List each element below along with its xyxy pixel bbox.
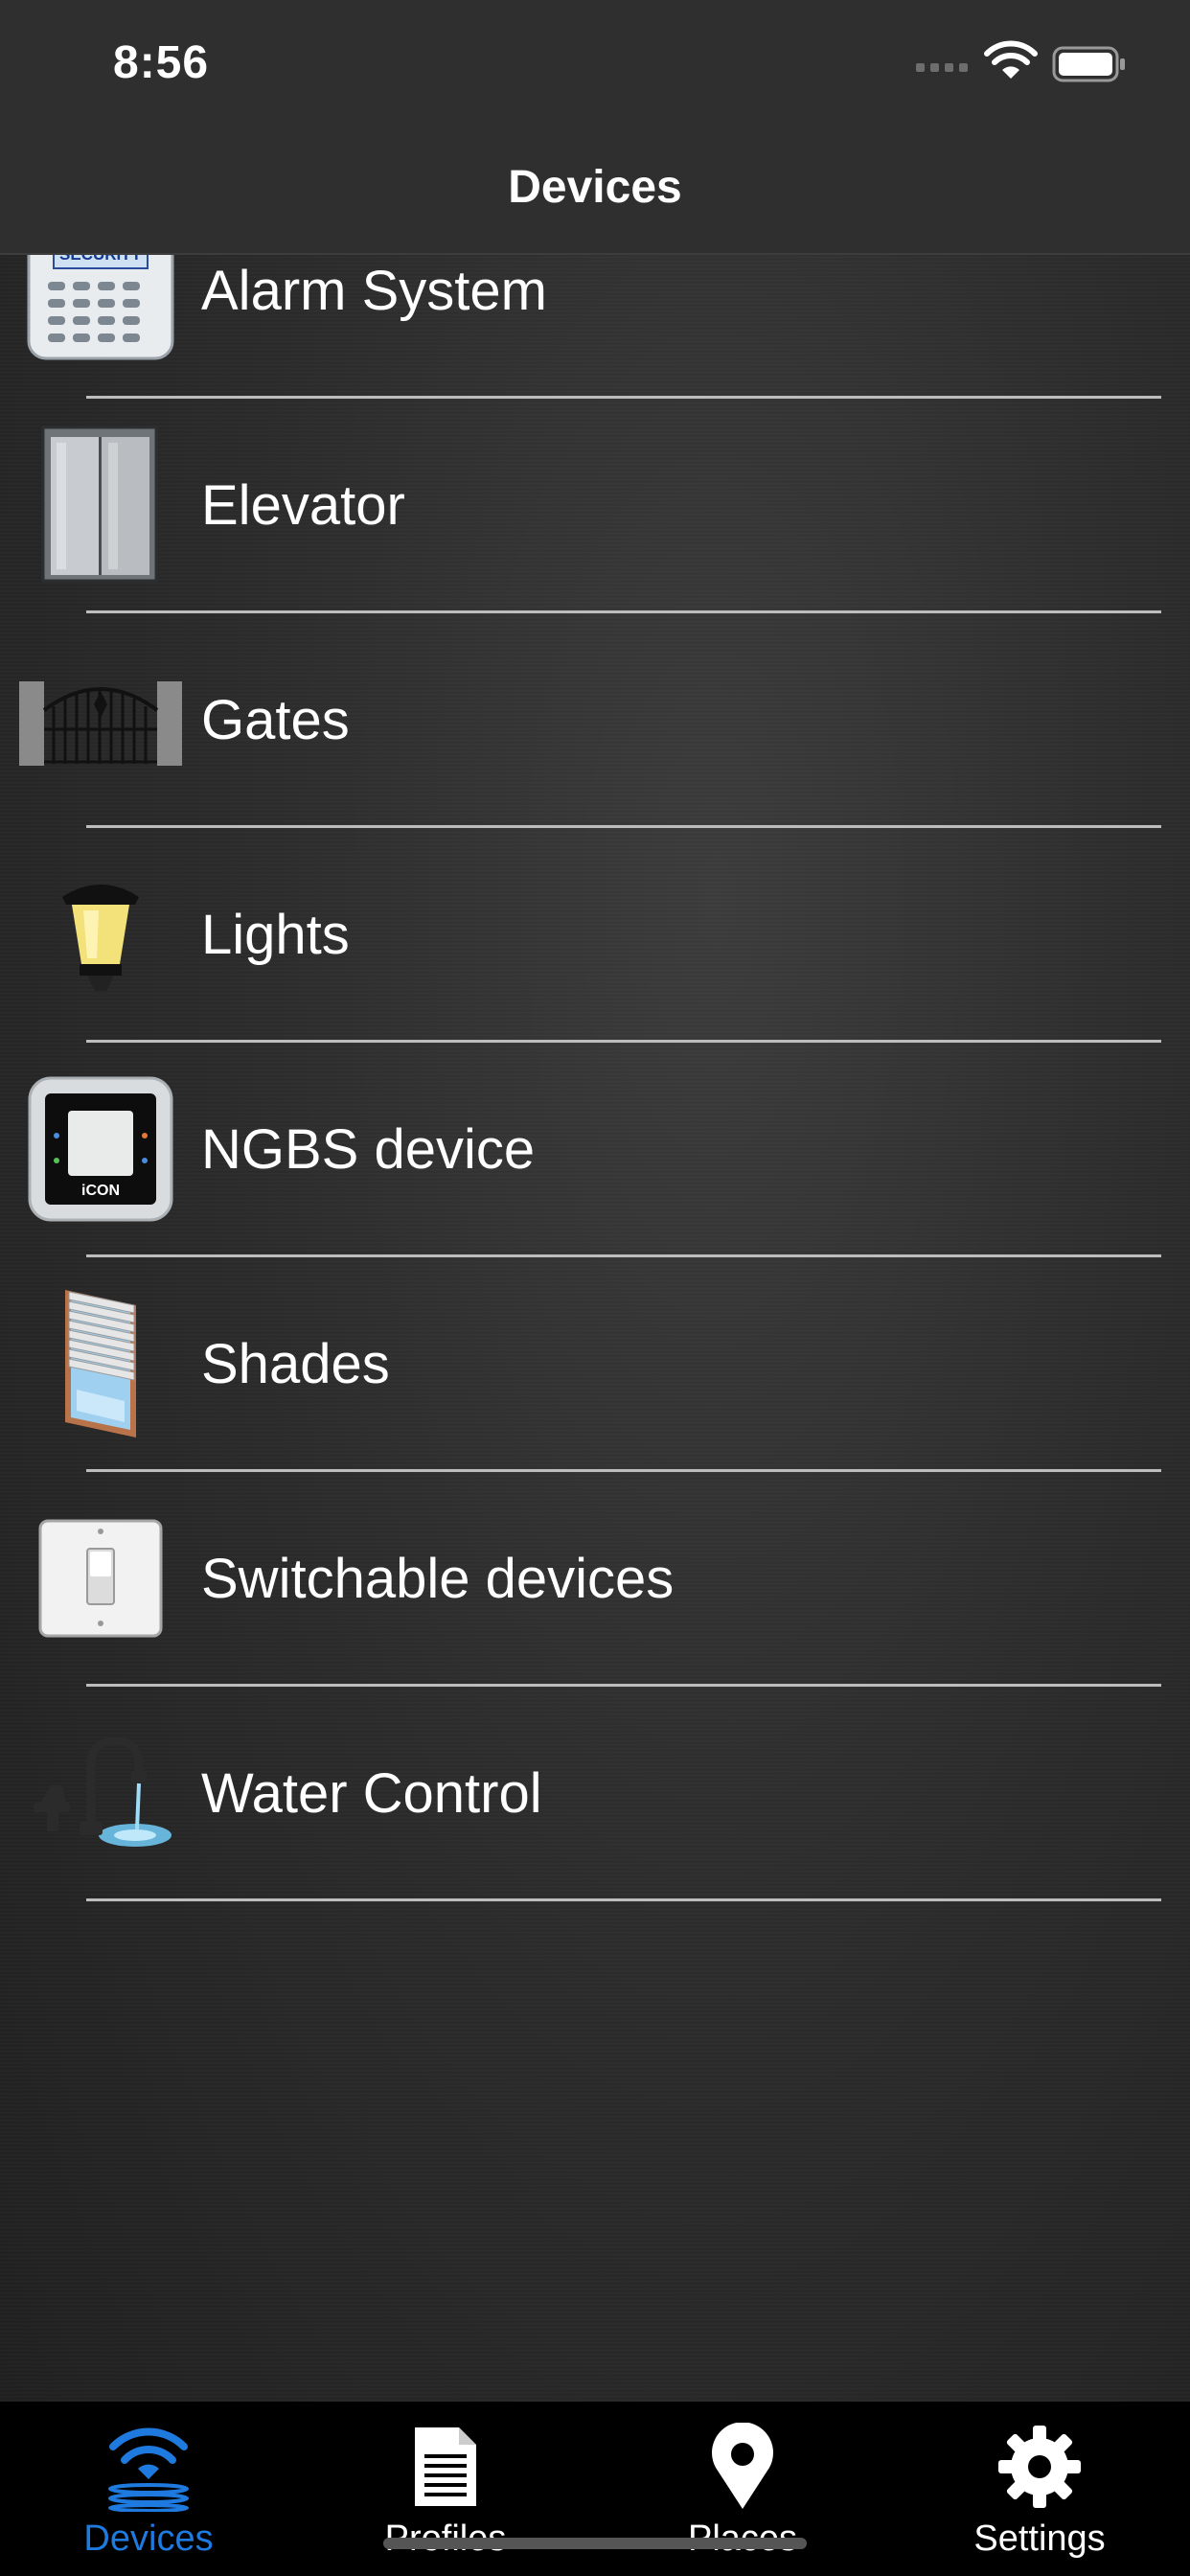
devices-wifi-icon bbox=[0, 2419, 297, 2515]
tab-settings[interactable]: Settings bbox=[891, 2402, 1188, 2576]
gear-icon bbox=[891, 2419, 1188, 2515]
device-label: Elevator bbox=[201, 474, 405, 537]
window-shade-icon bbox=[19, 1290, 182, 1438]
tab-devices[interactable]: Devices bbox=[0, 2402, 297, 2576]
wifi-icon bbox=[984, 40, 1038, 79]
lamp-icon bbox=[19, 862, 182, 1006]
device-label: NGBS device bbox=[201, 1118, 536, 1181]
cellular-signal-icon bbox=[916, 63, 968, 72]
tab-label: Devices bbox=[83, 2518, 214, 2559]
navigation-bar: Devices bbox=[0, 134, 1190, 255]
device-row-water-control[interactable]: Water Control bbox=[0, 1687, 1190, 1901]
device-list[interactable]: SECURITY Alarm System bbox=[0, 255, 1190, 2402]
status-bar: 8:56 bbox=[0, 0, 1190, 134]
device-row-elevator[interactable]: Elevator bbox=[0, 399, 1190, 613]
battery-icon bbox=[1052, 46, 1125, 82]
home-indicator[interactable] bbox=[383, 2538, 807, 2549]
tab-places[interactable]: Places bbox=[594, 2402, 891, 2576]
document-icon bbox=[297, 2419, 594, 2515]
light-switch-icon bbox=[19, 1506, 182, 1650]
device-row-alarm-system[interactable]: SECURITY Alarm System bbox=[0, 255, 1190, 399]
device-label: Switchable devices bbox=[201, 1548, 675, 1610]
tab-bar: Devices Profiles bbox=[0, 2402, 1190, 2576]
faucet-icon bbox=[19, 1721, 182, 1865]
page-title: Devices bbox=[508, 162, 682, 213]
map-pin-icon bbox=[594, 2419, 891, 2515]
icon-panel-icon: iCON bbox=[19, 1076, 182, 1222]
device-label: Alarm System bbox=[201, 260, 547, 322]
security-keypad-icon: SECURITY bbox=[19, 255, 182, 362]
svg-text:SECURITY: SECURITY bbox=[59, 255, 143, 264]
device-row-ngbs-device[interactable]: iCON NGBS device bbox=[0, 1043, 1190, 1257]
device-label: Water Control bbox=[201, 1762, 542, 1825]
device-row-gates[interactable]: Gates bbox=[0, 613, 1190, 828]
tab-label: Settings bbox=[973, 2518, 1106, 2559]
device-label: Lights bbox=[201, 904, 350, 966]
elevator-icon bbox=[19, 426, 182, 583]
svg-text:iCON: iCON bbox=[81, 1183, 120, 1199]
device-row-switchable-devices[interactable]: Switchable devices bbox=[0, 1472, 1190, 1687]
screen: 8:56 Devices SECURITY bbox=[0, 0, 1190, 2576]
device-label: Gates bbox=[201, 689, 350, 751]
device-row-lights[interactable]: Lights bbox=[0, 828, 1190, 1043]
device-row-shades[interactable]: Shades bbox=[0, 1257, 1190, 1472]
row-separator bbox=[86, 1898, 1161, 1901]
gate-icon bbox=[19, 648, 182, 792]
status-time: 8:56 bbox=[113, 37, 210, 88]
tab-profiles[interactable]: Profiles bbox=[297, 2402, 594, 2576]
device-label: Shades bbox=[201, 1333, 390, 1395]
